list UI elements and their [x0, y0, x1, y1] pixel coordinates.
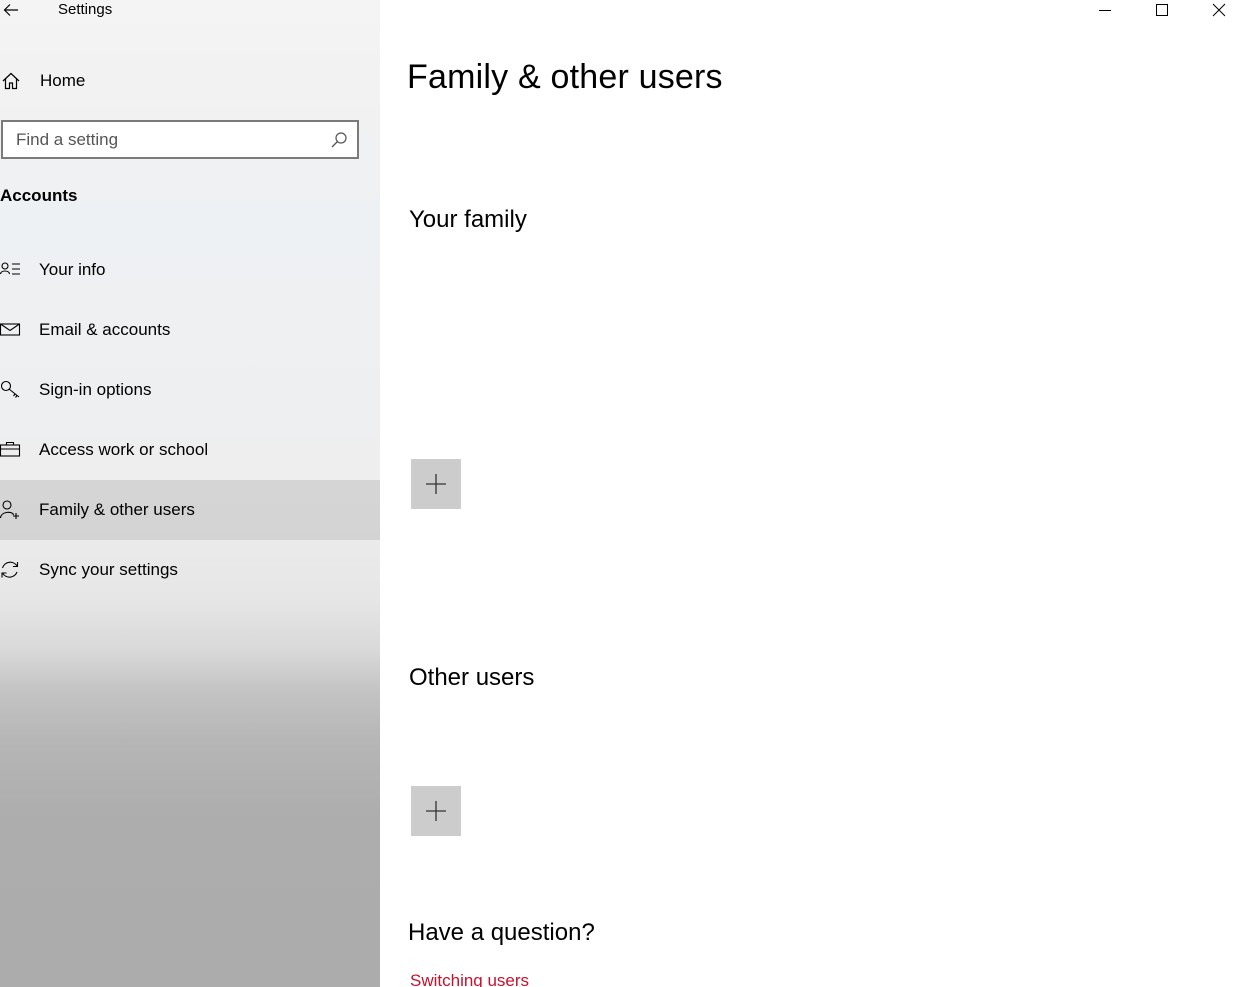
maximize-icon	[1155, 4, 1168, 16]
sidebar-item-label: Home	[40, 71, 86, 90]
sidebar-item-access-work-school[interactable]: Access work or school	[0, 420, 380, 480]
sidebar-item-label: Email & accounts	[39, 320, 171, 339]
sidebar-nav: Your info Email & accounts Sign-in optio…	[0, 240, 380, 600]
sidebar: Settings Home Accounts	[0, 0, 380, 987]
add-other-user-button[interactable]	[411, 786, 461, 836]
sidebar-item-your-info[interactable]: Your info	[0, 240, 380, 300]
your-family-heading: Your family	[409, 206, 527, 233]
sidebar-item-label: Family & other users	[39, 500, 195, 519]
other-users-heading: Other users	[409, 664, 535, 691]
close-icon	[1212, 3, 1225, 17]
key-icon	[0, 380, 22, 400]
settings-window: Settings Home Accounts	[0, 0, 1247, 987]
sidebar-item-sign-in-options[interactable]: Sign-in options	[0, 360, 380, 420]
page-title: Family & other users	[407, 58, 723, 96]
sidebar-item-label: Sync your settings	[39, 560, 178, 579]
sidebar-item-label: Sign-in options	[39, 380, 152, 399]
add-person-icon	[0, 500, 22, 520]
search-field[interactable]	[1, 120, 359, 159]
search-input[interactable]	[16, 122, 316, 157]
plus-icon	[426, 474, 446, 494]
back-button[interactable]	[0, 0, 22, 20]
close-button[interactable]	[1190, 0, 1247, 20]
sync-icon	[0, 560, 22, 580]
add-family-member-button[interactable]	[411, 459, 461, 509]
minimize-button[interactable]	[1076, 0, 1133, 20]
sidebar-item-label: Access work or school	[39, 440, 209, 459]
switching-users-link[interactable]: Switching users	[410, 971, 529, 987]
window-controls	[1076, 0, 1247, 22]
sidebar-item-home[interactable]: Home	[0, 66, 380, 96]
mail-icon	[0, 320, 22, 340]
question-heading: Have a question?	[408, 919, 595, 946]
contact-card-icon	[0, 260, 22, 280]
main-content: Family & other users Your family Other u…	[380, 0, 1247, 987]
sidebar-item-family-other-users[interactable]: Family & other users	[0, 480, 380, 540]
briefcase-icon	[0, 440, 22, 460]
minimize-icon	[1098, 10, 1111, 11]
app-title: Settings	[58, 1, 113, 18]
section-heading: Accounts	[0, 186, 78, 205]
arrow-left-icon	[3, 4, 18, 16]
title-bar: Settings	[0, 0, 380, 22]
maximize-button[interactable]	[1133, 0, 1190, 20]
home-icon	[0, 70, 22, 92]
sidebar-item-email-accounts[interactable]: Email & accounts	[0, 300, 380, 360]
sidebar-item-label: Your info	[39, 260, 106, 279]
plus-icon	[426, 801, 446, 821]
search-icon[interactable]	[329, 130, 349, 150]
sidebar-item-sync-settings[interactable]: Sync your settings	[0, 540, 380, 600]
